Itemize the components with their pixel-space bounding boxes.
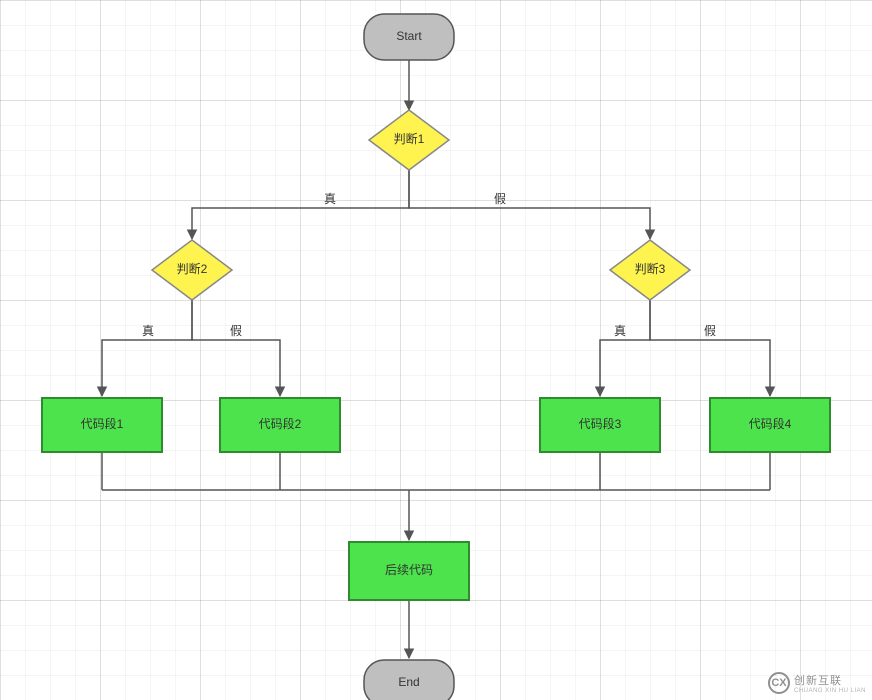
edge-d3-c4 — [650, 300, 770, 396]
edge-d1-d3 — [409, 170, 650, 239]
node-decision2: 判断2 — [152, 240, 232, 300]
node-decision3: 判断3 — [610, 240, 690, 300]
node-start-label: Start — [396, 29, 422, 43]
node-code1: 代码段1 — [42, 398, 162, 452]
node-code3-label: 代码段3 — [579, 416, 622, 431]
flowchart-canvas: 真 假 真 假 真 假 Start 判断1 判断2 判断3 代 — [0, 0, 872, 700]
edge-d3-c3 — [600, 300, 650, 396]
node-decision1-label: 判断1 — [394, 131, 425, 146]
node-decision2-label: 判断2 — [177, 261, 208, 276]
watermark-main: 创新互联 — [794, 672, 866, 688]
node-decision3-label: 判断3 — [635, 261, 666, 276]
edge-d2-c1 — [102, 300, 192, 396]
node-end: End — [364, 660, 454, 700]
node-code3: 代码段3 — [540, 398, 660, 452]
watermark-logo-icon: CX — [768, 672, 790, 694]
node-code1-label: 代码段1 — [81, 416, 124, 431]
node-decision1: 判断1 — [369, 110, 449, 170]
edge-d2-c2 — [192, 300, 280, 396]
node-code4-label: 代码段4 — [749, 416, 792, 431]
edge-label-d2-false: 假 — [230, 324, 242, 338]
node-code2: 代码段2 — [220, 398, 340, 452]
watermark-sub: CHUANG XIN HU LIAN — [794, 688, 866, 694]
edge-label-d1-true: 真 — [324, 192, 336, 206]
watermark: CX 创新互联 CHUANG XIN HU LIAN — [768, 672, 866, 694]
node-end-label: End — [398, 675, 419, 689]
node-start: Start — [364, 14, 454, 60]
edge-label-d2-true: 真 — [142, 324, 154, 338]
node-followup-label: 后续代码 — [385, 563, 433, 577]
node-followup: 后续代码 — [349, 542, 469, 600]
node-code4: 代码段4 — [710, 398, 830, 452]
edge-d1-d2 — [192, 170, 409, 239]
edge-label-d3-false: 假 — [704, 324, 716, 338]
edge-label-d1-false: 假 — [494, 192, 506, 206]
edge-label-d3-true: 真 — [614, 324, 626, 338]
node-code2-label: 代码段2 — [259, 416, 302, 431]
